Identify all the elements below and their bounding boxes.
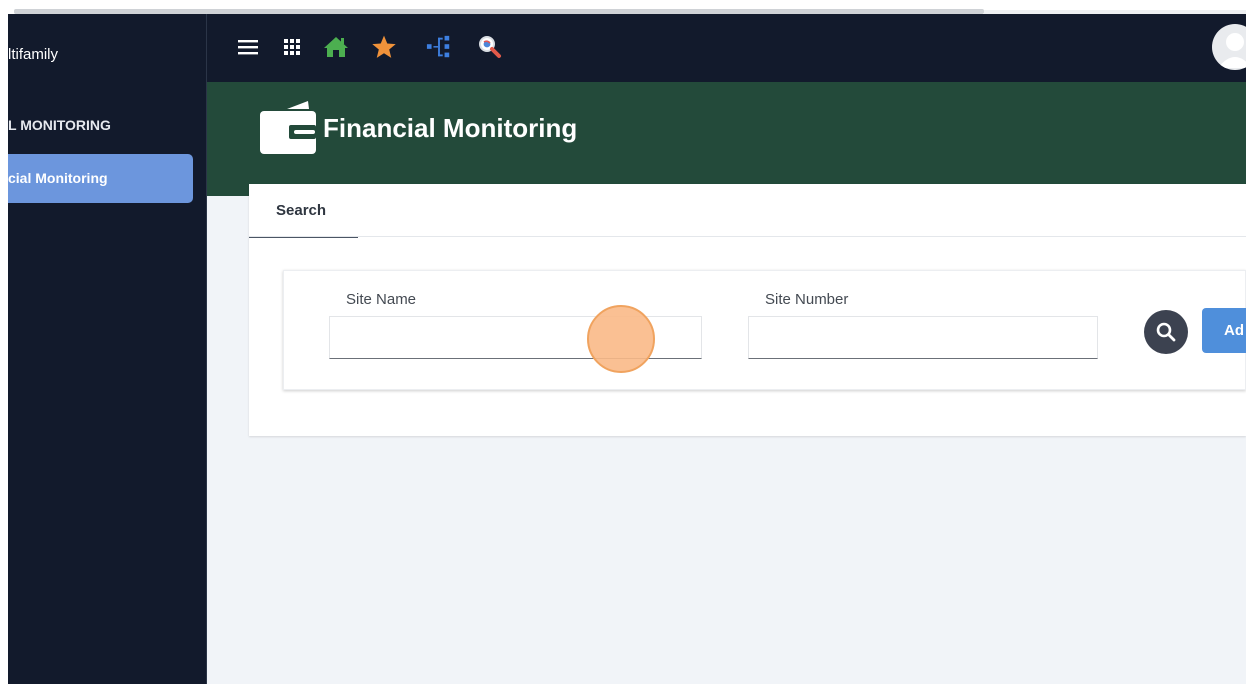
add-button[interactable]: Ad	[1202, 308, 1246, 353]
sitemap-icon[interactable]	[426, 34, 452, 60]
menu-icon[interactable]	[235, 34, 261, 60]
home-icon[interactable]	[323, 34, 349, 60]
site-number-input[interactable]	[748, 316, 1098, 359]
page-header-banner: Financial Monitoring	[207, 82, 1246, 196]
user-avatar[interactable]	[1212, 24, 1246, 70]
apps-grid-icon[interactable]	[279, 34, 305, 60]
page-title: Financial Monitoring	[323, 113, 578, 143]
top-navigation-bar	[207, 14, 1246, 82]
wallet-icon	[259, 101, 317, 160]
search-card: Search Site Name Site Number Ad	[249, 184, 1246, 436]
click-indicator	[587, 305, 655, 373]
tab-search-label: Search	[276, 202, 327, 219]
add-button-label: Ad	[1224, 322, 1244, 339]
window-edge	[0, 14, 8, 684]
sidebar-item-financial-monitoring[interactable]: cial Monitoring	[8, 154, 193, 203]
search-form-panel: Site Name Site Number Ad	[283, 270, 1246, 390]
sidebar: ltifamily L MONITORING cial Monitoring	[8, 14, 206, 684]
site-name-label: Site Name	[346, 291, 417, 308]
search-globe-icon[interactable]	[477, 34, 503, 60]
search-icon	[1156, 322, 1176, 342]
tab-search[interactable]: Search	[249, 184, 358, 238]
star-icon[interactable]	[371, 34, 397, 60]
sidebar-app-name: ltifamily	[8, 46, 59, 63]
sidebar-section-heading: L MONITORING	[8, 117, 111, 133]
search-button[interactable]	[1144, 310, 1188, 354]
tab-divider	[249, 236, 1246, 237]
site-number-label: Site Number	[765, 291, 849, 308]
sidebar-item-label: cial Monitoring	[8, 170, 108, 186]
horizontal-scrollbar[interactable]	[0, 0, 1246, 14]
